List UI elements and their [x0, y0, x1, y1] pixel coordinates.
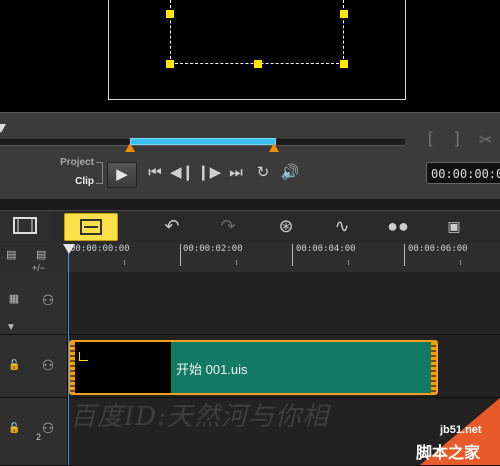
site-name-watermark: 脚本之家: [416, 445, 481, 462]
ruler-label: 00:00:02:00: [183, 244, 243, 254]
redo-icon[interactable]: ↷: [214, 213, 242, 239]
scrubber-playhead[interactable]: [0, 124, 6, 133]
mark-out-button[interactable]: ]: [455, 130, 459, 148]
volume-icon[interactable]: 🔊: [278, 163, 302, 185]
record-capture-icon[interactable]: ⊛: [272, 213, 300, 239]
video-track-icon: ⚇: [41, 292, 55, 308]
lock-icon[interactable]: 🔓: [8, 360, 20, 371]
ruler-minor-tick: [124, 260, 125, 265]
handle-bottom-mid[interactable]: [254, 60, 262, 68]
timeline-view-button[interactable]: [64, 213, 118, 241]
clip-label: 开始 001.uis: [176, 362, 248, 377]
clip-trim-handle-right[interactable]: [431, 342, 436, 393]
trim-start-marker[interactable]: [125, 143, 135, 152]
trim-range[interactable]: [130, 138, 276, 145]
playhead-marker[interactable]: [63, 244, 75, 254]
mark-in-button[interactable]: [: [428, 130, 432, 148]
auto-music-icon[interactable]: ●●: [384, 213, 412, 239]
mode-connector: [96, 162, 103, 184]
ruler-major-tick: [180, 244, 181, 266]
handle-top-right[interactable]: [340, 10, 348, 18]
storyboard-view-button[interactable]: [0, 211, 52, 241]
timeline-playhead[interactable]: [68, 248, 69, 465]
ruler-label: 00:00:00:00: [70, 244, 130, 254]
zoom-to-fit-icon[interactable]: ▤: [6, 248, 16, 261]
ruler-major-tick: [404, 244, 405, 266]
lock-icon[interactable]: 🔓: [8, 423, 20, 434]
handle-bottom-left[interactable]: [166, 60, 174, 68]
timecode-display[interactable]: 00:00:00:0: [426, 162, 500, 184]
collapse-arrow-icon[interactable]: ▼: [6, 322, 16, 333]
mode-clip[interactable]: Clip: [50, 176, 94, 187]
clip-thumbnail: [75, 342, 171, 393]
video-track[interactable]: [0, 272, 500, 335]
overlay-track-icon: ⚇: [41, 357, 55, 373]
mode-project[interactable]: Project: [50, 157, 94, 168]
play-button[interactable]: ▶: [107, 162, 137, 188]
go-to-end-icon[interactable]: ⏭: [224, 163, 248, 185]
trim-end-marker[interactable]: [269, 143, 279, 152]
site-watermark: jb51.net: [440, 424, 482, 436]
ruler-major-tick: [292, 244, 293, 266]
ruler-label: 00:00:04:00: [296, 244, 356, 254]
thumbnail-marker-icon: [79, 352, 88, 361]
overlay-track-2-header: 🔓 ⚇ 2: [0, 398, 68, 465]
go-to-start-icon[interactable]: ⏮: [143, 163, 167, 185]
zoom-menu-icon[interactable]: ▤: [36, 248, 46, 261]
timeline-icon: [80, 219, 102, 235]
sound-mixer-icon[interactable]: ∿: [328, 213, 356, 239]
undo-icon[interactable]: ↶: [158, 213, 186, 239]
previous-frame-icon[interactable]: ◀❙: [170, 163, 194, 185]
track-manager-icon[interactable]: ▦: [2, 292, 26, 312]
next-frame-icon[interactable]: ❙▶: [197, 163, 221, 185]
ruler-label: 00:00:06:00: [408, 244, 468, 254]
video-track-header: ▦ ⚇ ▼: [0, 272, 68, 334]
selection-box[interactable]: [166, 0, 348, 68]
film-strip-icon: [13, 217, 37, 234]
ruler-minor-tick: [348, 260, 349, 265]
ruler-minor-tick: [236, 260, 237, 265]
baidu-watermark: 百度ID:天然河与你相: [70, 402, 329, 432]
handle-top-left[interactable]: [166, 10, 174, 18]
overlay-track-1-header: 🔓 ⚇: [0, 335, 68, 397]
ruler-minor-tick: [460, 260, 461, 265]
track-number: 2: [36, 432, 42, 442]
repeat-icon[interactable]: ↻: [251, 163, 275, 185]
scissors-icon[interactable]: ✂: [479, 130, 492, 150]
title-icon[interactable]: ▣: [440, 213, 468, 239]
handle-bottom-right[interactable]: [340, 60, 348, 68]
